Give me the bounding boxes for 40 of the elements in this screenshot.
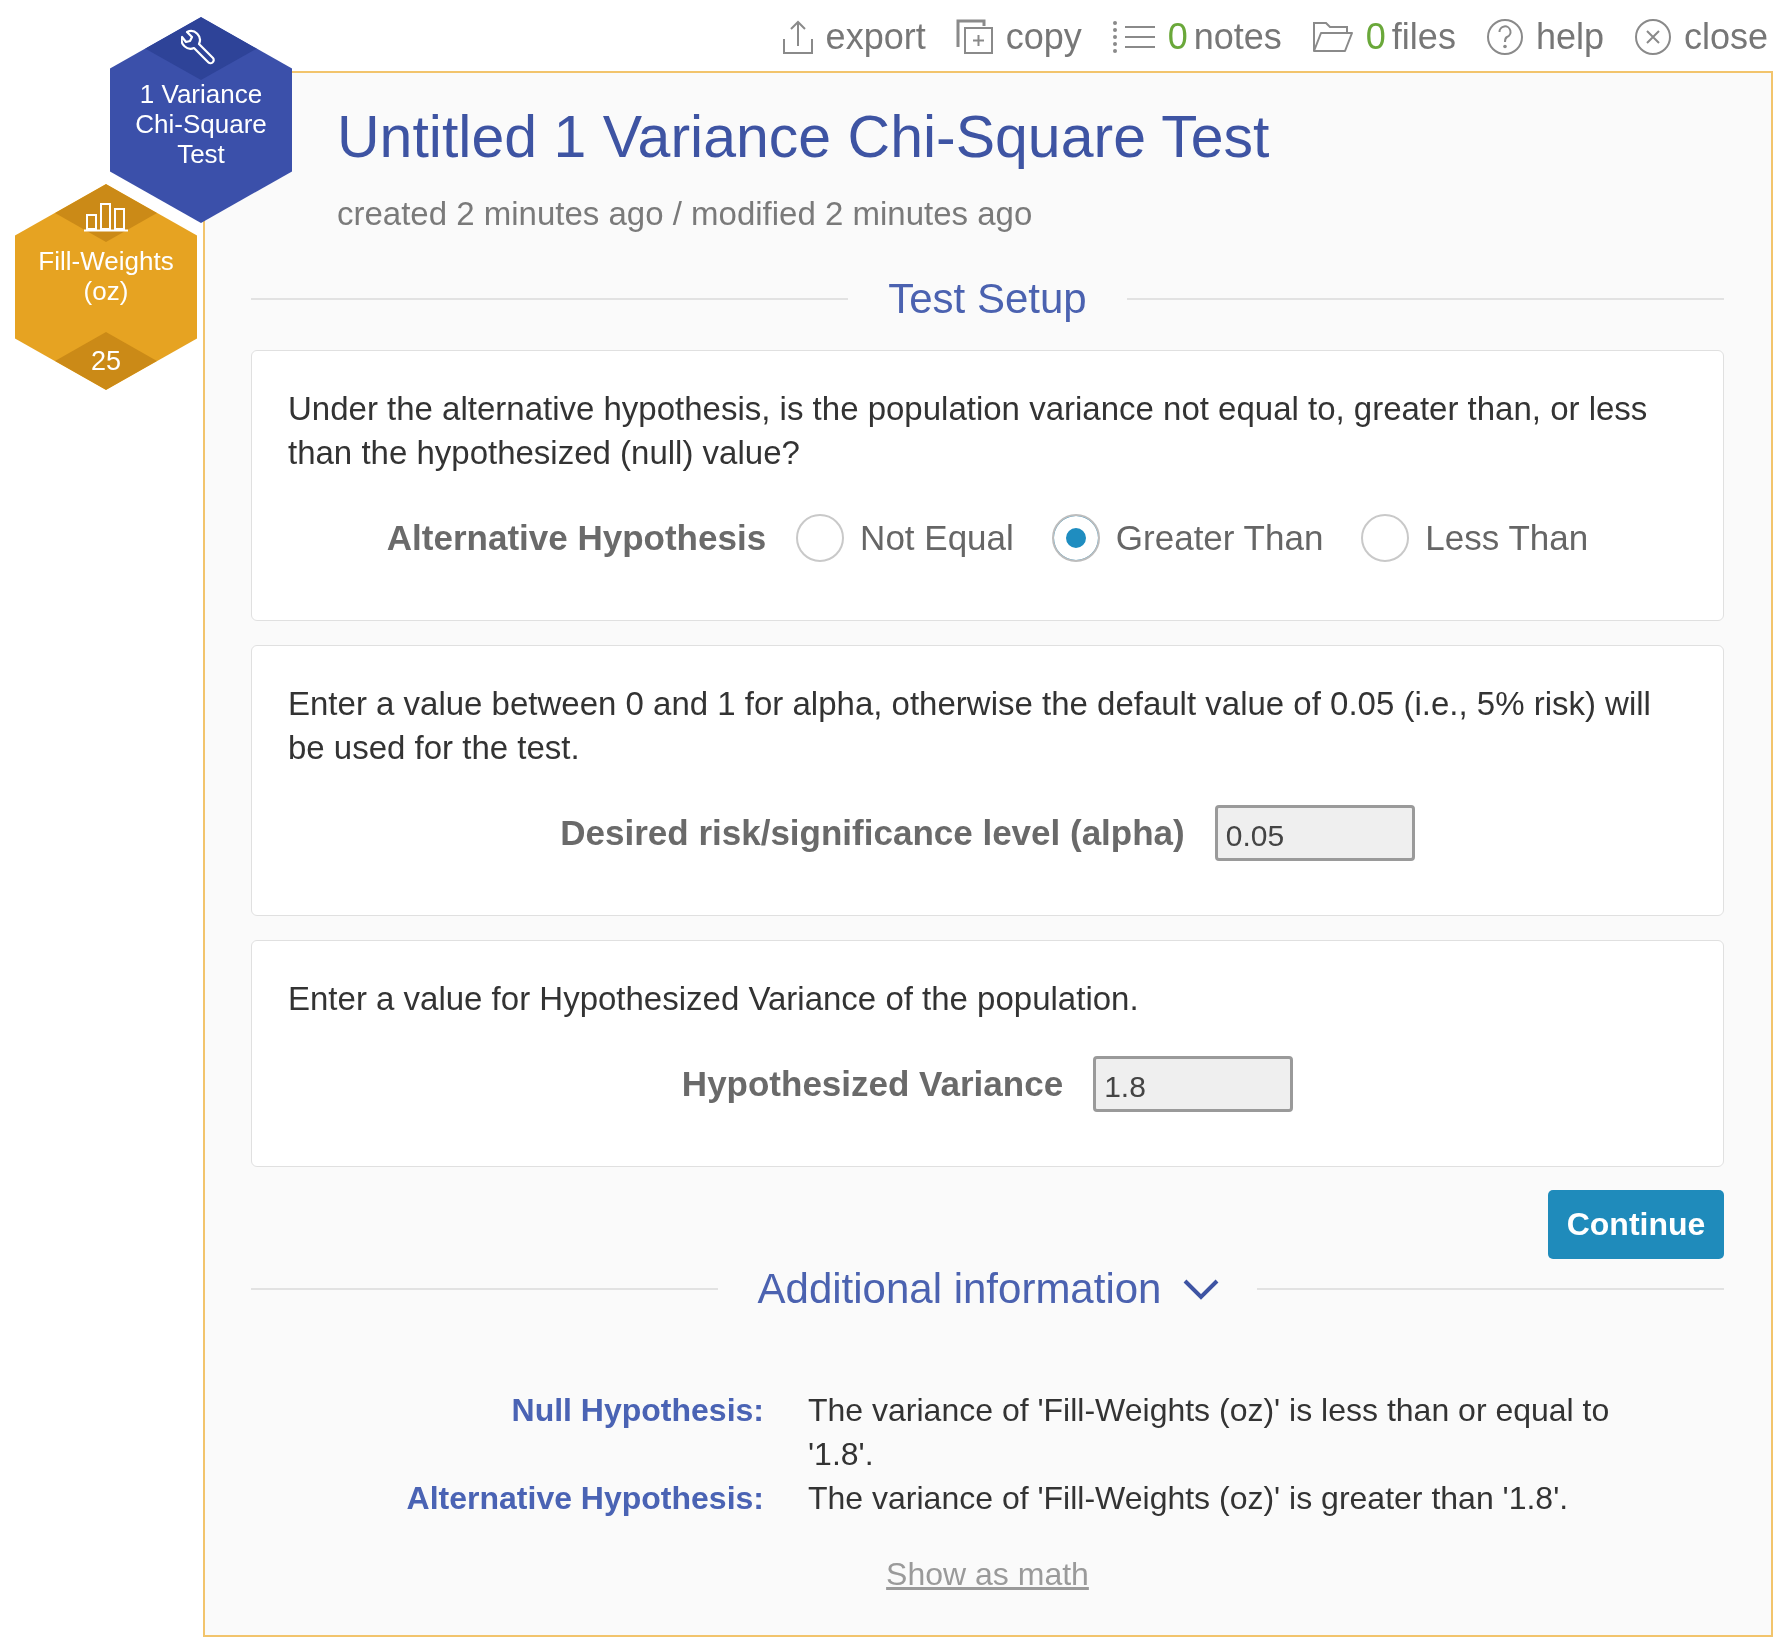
prompt-text: Enter a value between 0 and 1 for alpha, otherwise the default value of 0.05 (i.e., 5% risk) will be used for the test.: [288, 684, 1652, 768]
files-button[interactable]: 0 files: [1311, 19, 1456, 55]
help-button[interactable]: help: [1485, 18, 1604, 56]
page-title: Untitled 1 Variance Chi-Square Test: [337, 103, 1271, 172]
field-label: Alternative Hypothesis: [386, 518, 767, 558]
bar-chart-icon: [83, 202, 129, 232]
hexagon-label: 1 Variance Chi-Square Test: [134, 79, 268, 169]
section-heading: Test Setup: [888, 274, 1087, 324]
continue-button[interactable]: Continue: [1548, 1190, 1724, 1259]
timestamp-text: created 2 minutes ago / modified 2 minutes ago: [337, 194, 1034, 234]
text-field[interactable]: 0.05: [1214, 805, 1415, 861]
hypothesis-text: The variance of 'Fill-Weights (oz)' is less than or equal to '1.8'.: [808, 1391, 1611, 1474]
option-label[interactable]: Less Than: [1425, 518, 1589, 558]
additional-info-toggle[interactable]: Additional information: [757, 1264, 1222, 1314]
prompt-text: Under the alternative hypothesis, is the population variance not equal to, greater than, or less than the hypothesized (null) value?: [288, 389, 1649, 473]
text-field[interactable]: 1.8: [1093, 1056, 1294, 1112]
help-icon: [1485, 18, 1524, 56]
count-badge: 25: [55, 332, 157, 390]
close-icon: [1633, 18, 1672, 56]
field-label: Hypothesized Variance: [681, 1064, 1064, 1104]
option-label[interactable]: Not Equal: [860, 518, 1014, 558]
show-as-math-link[interactable]: Show as math: [886, 1554, 1089, 1594]
radio-button[interactable]: [1361, 514, 1410, 562]
list-icon: [1111, 20, 1156, 54]
field-label: Desired risk/significance level (alpha): [560, 813, 1185, 853]
option-label[interactable]: Greater Than: [1115, 518, 1324, 558]
hexagon-label: Fill-Weights (oz): [37, 246, 175, 306]
copy-icon: [955, 19, 994, 55]
export-button[interactable]: export: [781, 19, 926, 55]
hypothesis-label: Alternative Hypothesis:: [405, 1479, 764, 1518]
hypothesis-label: Null Hypothesis:: [510, 1391, 764, 1430]
radio-button[interactable]: [796, 514, 845, 562]
copy-button[interactable]: copy: [955, 19, 1082, 55]
upload-icon: [781, 19, 814, 55]
close-button[interactable]: close: [1633, 18, 1768, 56]
radio-button[interactable]: [1051, 514, 1100, 562]
notes-button[interactable]: 0 notes: [1111, 19, 1282, 55]
folder-icon: [1311, 21, 1354, 53]
hypothesis-text: The variance of 'Fill-Weights (oz)' is greater than '1.8'.: [808, 1479, 1570, 1518]
prompt-text: Enter a value for Hypothesized Variance of the population.: [288, 979, 1140, 1019]
